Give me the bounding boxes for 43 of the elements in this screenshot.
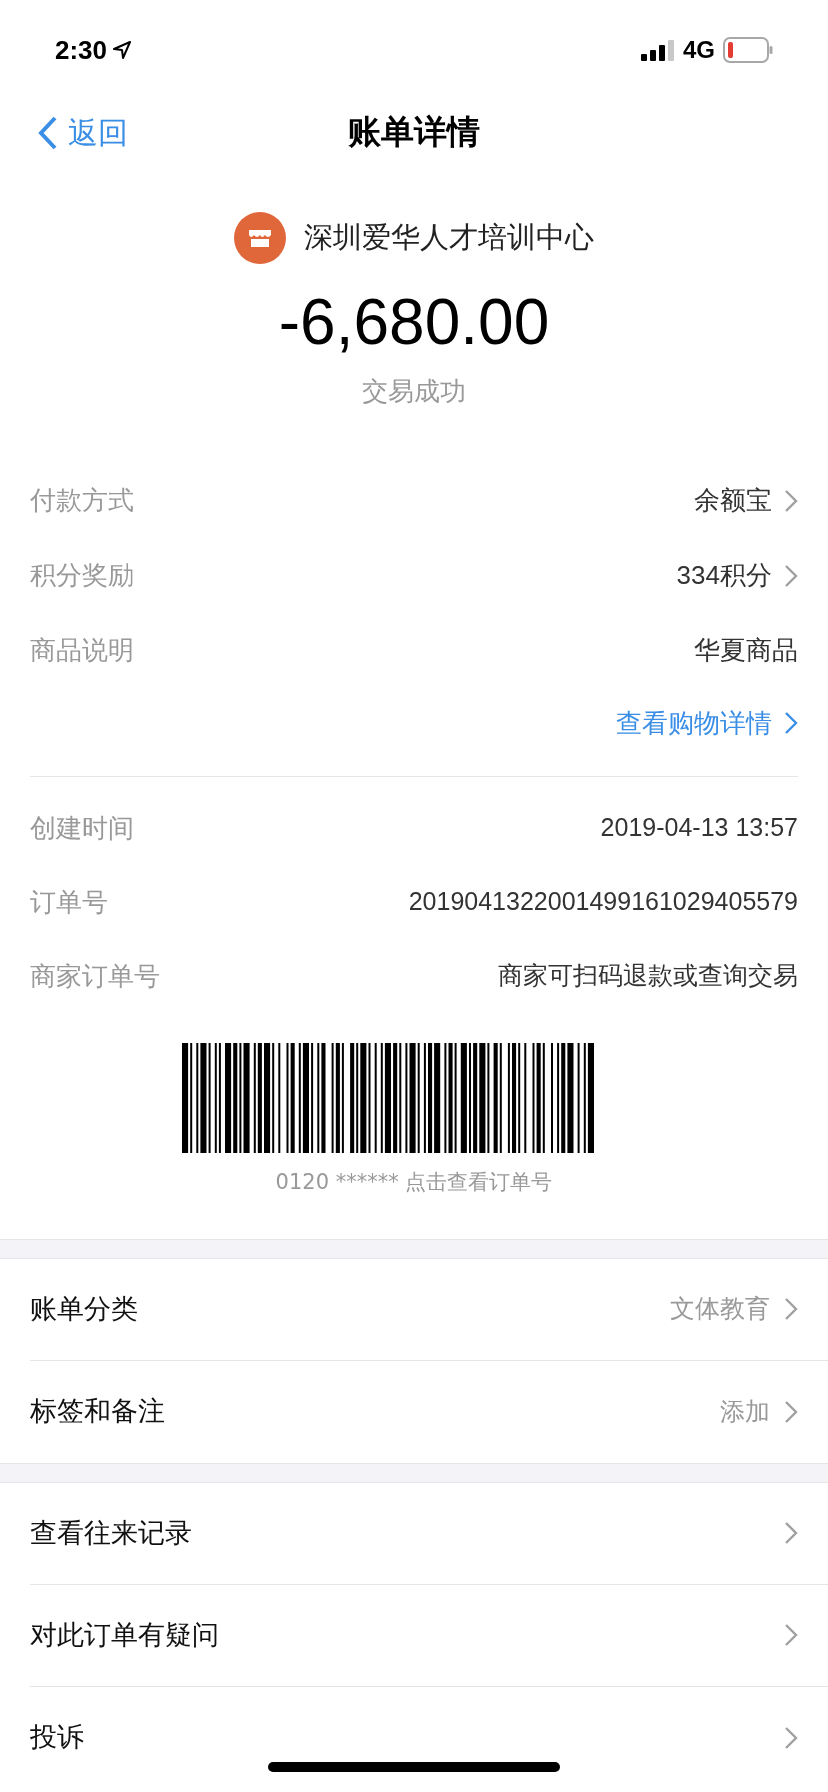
- page-title: 账单详情: [348, 111, 480, 154]
- row-label: 投诉: [30, 1720, 84, 1755]
- amount: -6,680.00: [278, 285, 550, 360]
- chevron-icon: [784, 711, 798, 735]
- chevron-icon: [784, 1623, 798, 1647]
- order-label: 商家订单号: [30, 959, 160, 993]
- list-row[interactable]: 投诉: [30, 1686, 828, 1789]
- order-value: 2019-04-13 13:57: [600, 812, 798, 844]
- chevron-icon: [784, 488, 798, 513]
- list-row[interactable]: 对此订单有疑问: [30, 1584, 828, 1687]
- chevron-icon: [784, 1399, 798, 1424]
- order-value: 商家可扫码退款或查询交易: [498, 960, 798, 992]
- order-label: 创建时间: [30, 811, 134, 845]
- detail-label: 商品说明: [30, 634, 134, 667]
- row-label: 查看往来记录: [30, 1515, 192, 1550]
- location-arrow-icon: [113, 41, 132, 59]
- detail-label: 付款方式: [30, 484, 134, 517]
- battery-icon: [723, 37, 773, 63]
- detail-value-link[interactable]: 334积分: [676, 556, 798, 595]
- chevron-icon: [784, 1297, 798, 1321]
- back-chevron-icon: [38, 115, 58, 150]
- order-value: 2019041322001499161029405579: [408, 886, 798, 918]
- list-row[interactable]: 标签和备注 添加: [30, 1360, 828, 1463]
- row-value: 文体教育: [670, 1293, 770, 1326]
- row-label: 对此订单有疑问: [30, 1617, 219, 1652]
- merchant-name: 深圳爱华人才培训中心: [304, 219, 594, 257]
- shop-icon: [234, 212, 286, 264]
- row-label: 标签和备注: [30, 1394, 165, 1429]
- detail-value: 华夏商品: [694, 634, 798, 667]
- chevron-icon: [784, 563, 798, 588]
- chevron-icon: [784, 1521, 798, 1545]
- status-time: 2:30: [55, 33, 108, 67]
- list-row[interactable]: 账单分类 文体教育: [30, 1258, 828, 1361]
- detail-label: 积分奖励: [30, 559, 134, 592]
- chevron-icon: [784, 1725, 798, 1750]
- signal-icon: [641, 39, 675, 61]
- order-label: 订单号: [30, 885, 108, 919]
- row-label: 账单分类: [30, 1291, 138, 1326]
- network-label: 4G: [683, 35, 715, 65]
- transaction-status: 交易成功: [362, 375, 466, 408]
- detail-value-link[interactable]: 余额宝: [694, 481, 798, 520]
- list-row[interactable]: 查看往来记录: [30, 1482, 828, 1585]
- row-value: 添加: [720, 1395, 770, 1428]
